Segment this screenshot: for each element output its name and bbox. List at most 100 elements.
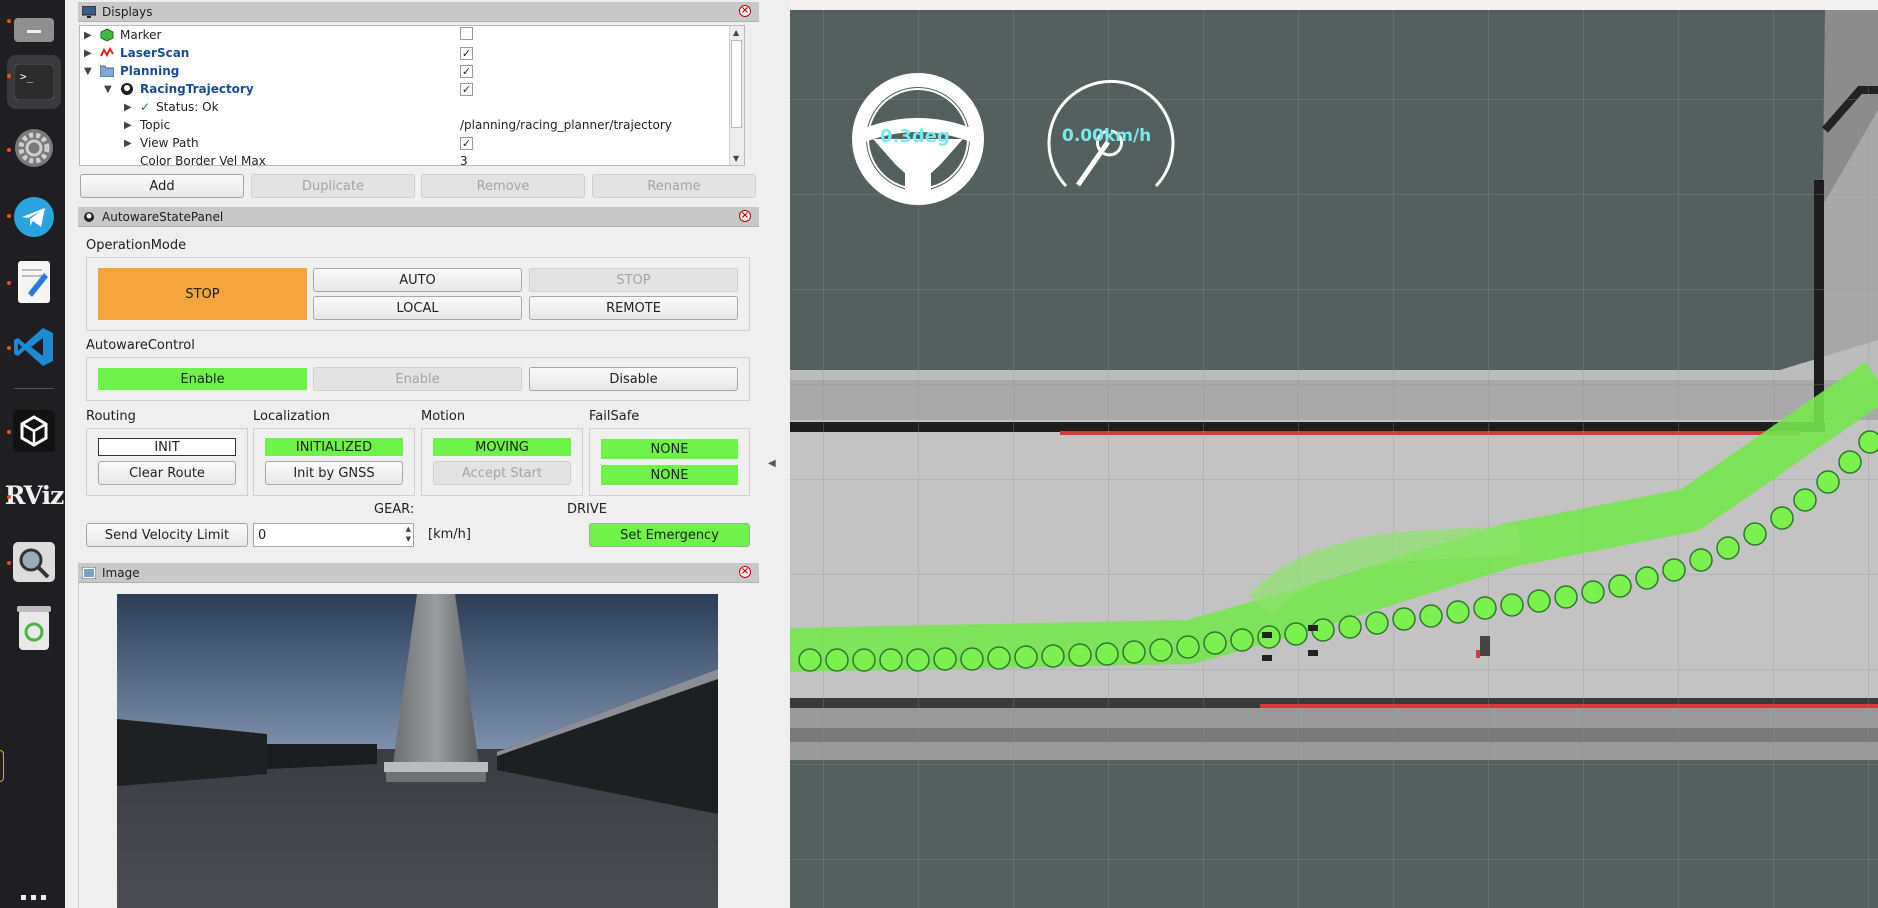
- autoware-control-label: AutowareControl: [86, 338, 195, 353]
- tree-item-checkbox[interactable]: [460, 27, 473, 43]
- text-editor-icon[interactable]: [7, 255, 61, 309]
- operation-mode-label: OperationMode: [86, 238, 187, 253]
- running-indicator: [7, 561, 11, 565]
- send-velocity-limit-button[interactable]: Send Velocity Limit: [86, 523, 248, 547]
- displays-tree[interactable]: ▶ Marker ▶ LaserScan ✓ ▼ Planning ✓ ▼ Racing…: [79, 25, 745, 166]
- tree-item-label: Topic: [140, 118, 171, 132]
- auto-button[interactable]: AUTO: [313, 268, 522, 292]
- tree-row-planning[interactable]: ▼ Planning ✓: [80, 62, 744, 80]
- failsafe-status-2: NONE: [601, 465, 738, 485]
- terminal-icon[interactable]: >_: [7, 55, 61, 109]
- apps-grid-icon[interactable]: [7, 880, 61, 908]
- svg-text:>_: >_: [20, 70, 34, 83]
- collapse-panel-icon[interactable]: ◀: [768, 458, 780, 469]
- running-indicator: [7, 74, 11, 78]
- spin-down-icon[interactable]: ▼: [406, 535, 411, 543]
- tree-item-label: Color Border Vel Max: [140, 154, 266, 166]
- laserscan-icon: [100, 46, 114, 58]
- rviz-label: RViz: [4, 480, 65, 510]
- enable-button[interactable]: Enable: [313, 367, 522, 391]
- tree-scrollbar[interactable]: ▲ ▼: [729, 26, 744, 165]
- chevron-right-icon[interactable]: ▶: [124, 138, 134, 149]
- tree-row-topic[interactable]: ▶ Topic /planning/racing_planner/trajecto…: [80, 116, 744, 134]
- displays-panel-title: Displays ×: [78, 2, 759, 22]
- map-view: [790, 10, 1878, 908]
- rviz-3d-viewport[interactable]: 0.3deg 0.00km/h: [790, 10, 1878, 908]
- accept-start-button[interactable]: Accept Start: [433, 461, 571, 485]
- chevron-right-icon[interactable]: ▶: [84, 30, 94, 41]
- steering-angle-text: 0.3deg: [880, 126, 950, 147]
- scrollbar-thumb[interactable]: [731, 40, 742, 128]
- panel-icon: [84, 211, 94, 222]
- set-emergency-button[interactable]: Set Emergency: [589, 523, 750, 547]
- camera-image: [117, 594, 718, 908]
- settings-icon[interactable]: [7, 121, 61, 175]
- close-icon[interactable]: ×: [739, 210, 751, 222]
- velocity-limit-input[interactable]: 0 ▲ ▼: [253, 523, 414, 547]
- scroll-up-icon[interactable]: ▲: [733, 28, 739, 37]
- tree-row-color-border[interactable]: Color Border Vel Max 3: [80, 152, 744, 166]
- running-indicator: [7, 214, 11, 218]
- tree-row-laserscan[interactable]: ▶ LaserScan ✓: [80, 44, 744, 62]
- disable-button[interactable]: Disable: [529, 367, 738, 391]
- autoware-control-status: Enable: [98, 368, 307, 390]
- clear-route-button[interactable]: Clear Route: [98, 461, 236, 485]
- failsafe-label: FailSafe: [589, 409, 640, 424]
- chevron-right-icon[interactable]: ▶: [124, 120, 134, 131]
- tree-item-label: LaserScan: [120, 46, 190, 60]
- chevron-right-icon[interactable]: ▶: [124, 102, 134, 113]
- monitor-icon: [82, 5, 96, 18]
- telegram-icon[interactable]: [7, 190, 61, 244]
- tree-row-racingtrajectory[interactable]: ▼ RacingTrajectory ✓: [80, 80, 744, 98]
- files-icon[interactable]: [7, 0, 61, 54]
- vscode-icon[interactable]: [7, 320, 61, 374]
- trash-icon[interactable]: [7, 601, 61, 655]
- close-icon[interactable]: ×: [739, 566, 751, 578]
- stop-button[interactable]: STOP: [529, 268, 738, 292]
- color-border-value[interactable]: 3: [460, 154, 468, 165]
- tree-item-checkbox[interactable]: ✓: [460, 136, 473, 150]
- operation-mode-status: STOP: [98, 268, 307, 320]
- scroll-down-icon[interactable]: ▼: [733, 154, 739, 163]
- tree-row-viewpath[interactable]: ▶ View Path ✓: [80, 134, 744, 152]
- gear-label: GEAR:: [374, 502, 415, 517]
- running-indicator: [7, 148, 11, 152]
- topic-value[interactable]: /planning/racing_planner/trajectory: [460, 118, 672, 132]
- tree-item-checkbox[interactable]: ✓: [460, 82, 473, 96]
- image-icon: [82, 566, 96, 579]
- tree-item-label: Marker: [120, 28, 162, 42]
- displays-title: Displays: [102, 4, 153, 19]
- gear-value: DRIVE: [567, 502, 607, 517]
- unity-icon[interactable]: [7, 404, 61, 458]
- marker-icon: [100, 28, 114, 42]
- remove-button[interactable]: Remove: [421, 174, 585, 198]
- velocity-value: 0: [258, 528, 267, 543]
- add-button[interactable]: Add: [80, 174, 244, 198]
- rviz-icon[interactable]: RViz: [4, 468, 65, 522]
- local-button[interactable]: LOCAL: [313, 296, 522, 320]
- rename-button[interactable]: Rename: [592, 174, 756, 198]
- edge-mark: [0, 750, 4, 782]
- dock: >_ RViz: [0, 0, 65, 908]
- routing-status: INIT: [98, 438, 236, 456]
- close-icon[interactable]: ×: [739, 5, 751, 17]
- tree-item-checkbox[interactable]: ✓: [460, 46, 473, 60]
- folder-icon: [100, 65, 114, 77]
- init-by-gnss-button[interactable]: Init by GNSS: [265, 461, 403, 485]
- tree-row-status[interactable]: ▶ ✓ Status: Ok: [80, 98, 744, 116]
- image-title: Image: [102, 565, 140, 580]
- image-viewer-icon[interactable]: [7, 535, 61, 589]
- motion-status: MOVING: [433, 438, 571, 456]
- remote-button[interactable]: REMOTE: [529, 296, 738, 320]
- chevron-down-icon[interactable]: ▼: [84, 66, 94, 77]
- chevron-right-icon[interactable]: ▶: [84, 48, 94, 59]
- image-panel-title: Image ×: [78, 563, 759, 583]
- dock-separator: [14, 388, 54, 389]
- spin-up-icon[interactable]: ▲: [406, 525, 411, 533]
- tree-item-checkbox[interactable]: ✓: [460, 64, 473, 78]
- velocity-unit: [km/h]: [428, 527, 471, 542]
- chevron-down-icon[interactable]: ▼: [104, 84, 114, 95]
- autoware-panel-title: AutowareStatePanel ×: [78, 207, 759, 227]
- duplicate-button[interactable]: Duplicate: [251, 174, 415, 198]
- tree-row-marker[interactable]: ▶ Marker: [80, 26, 744, 44]
